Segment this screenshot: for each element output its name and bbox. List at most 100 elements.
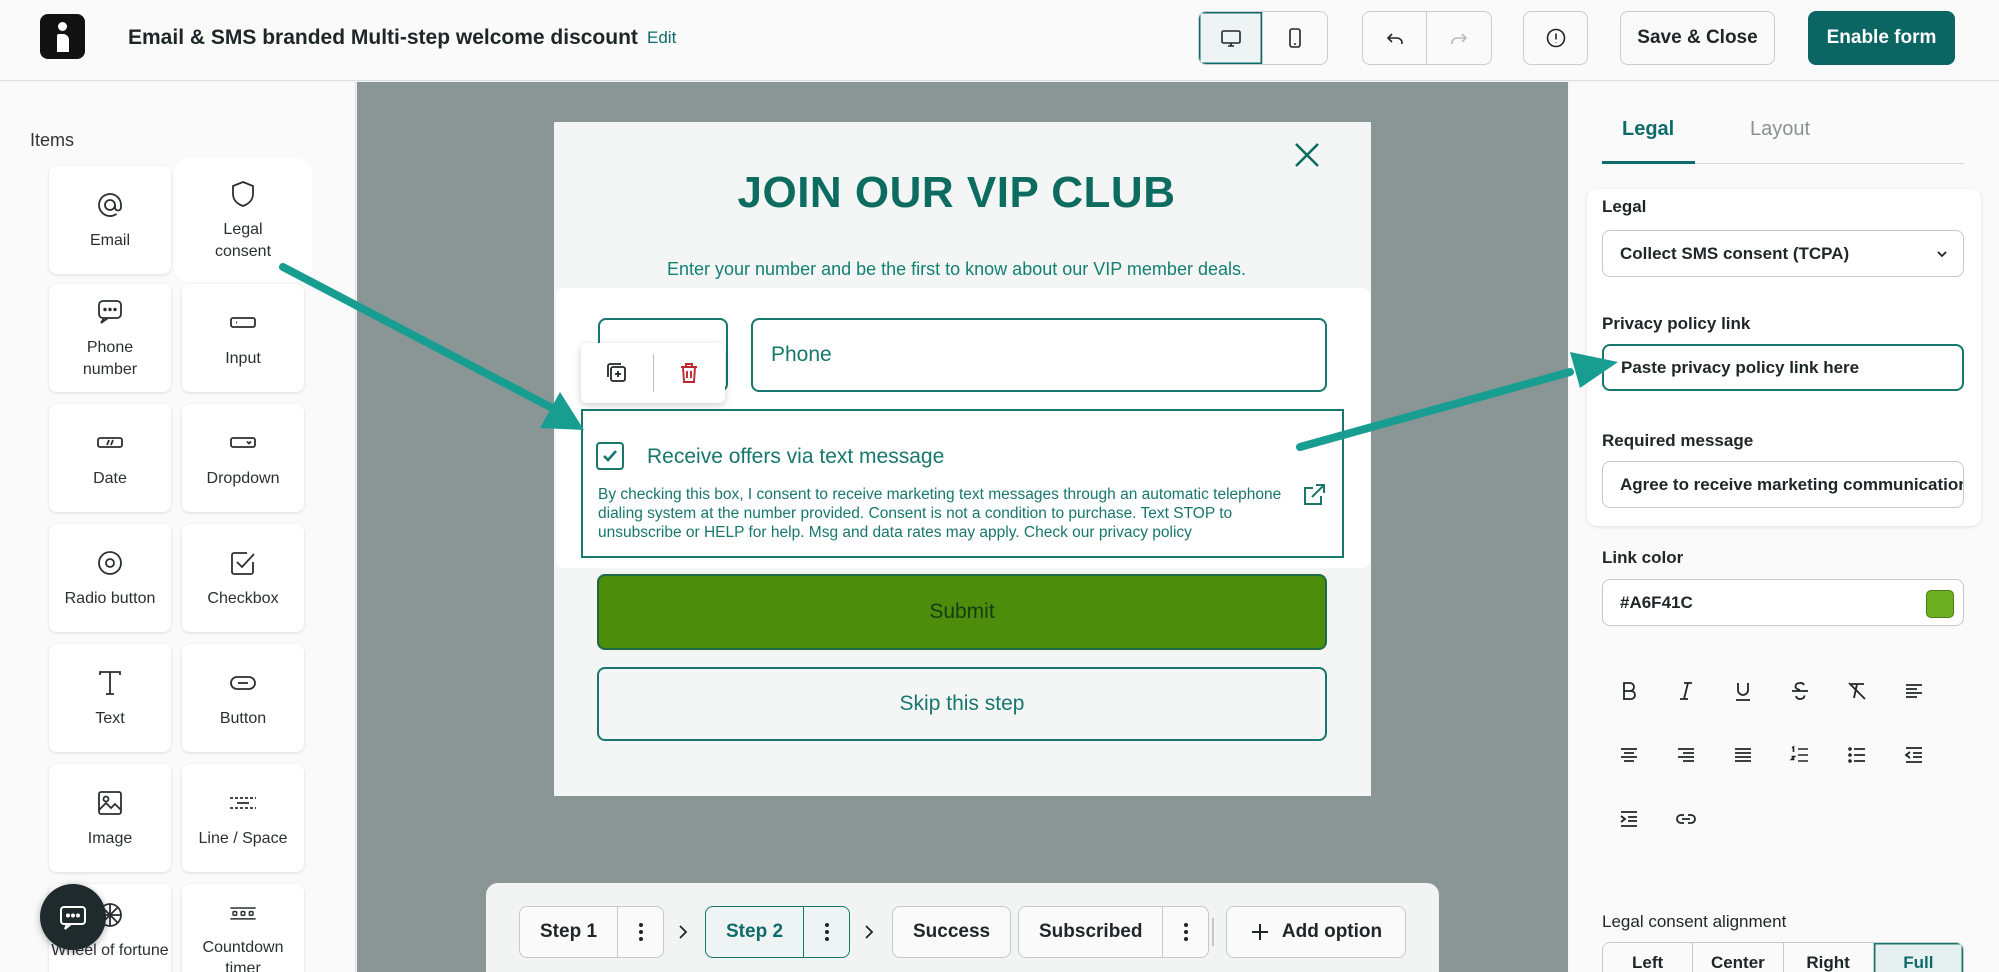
form-title: Email & SMS branded Multi-step welcome d… [128,26,638,49]
privacy-link-input[interactable]: Paste privacy policy link here [1602,344,1964,391]
close-icon[interactable] [1290,138,1324,172]
button-icon [230,676,256,691]
plus-icon [1251,924,1268,940]
step-2[interactable]: Step 2 [705,906,851,958]
alignment-label: Legal consent alignment [1602,912,1787,931]
consent-checkbox[interactable] [596,442,624,470]
items-title: Items [30,130,75,150]
item-date[interactable]: Date [49,404,171,512]
ordered-list-button[interactable] [1785,740,1815,770]
item-checkbox[interactable]: Checkbox [182,524,304,632]
tab-layout[interactable]: Layout [1750,118,1810,141]
dropdown-icon [230,437,256,449]
item-line-space[interactable]: Line / Space [182,764,304,872]
info-control [1523,11,1588,65]
item-input[interactable]: Input [182,284,304,392]
item-dropdown[interactable]: Dropdown [182,404,304,512]
legal-consent-block[interactable]: Receive offers via text message By check… [581,409,1344,558]
skip-step-button[interactable]: Skip this step [597,667,1327,741]
step-success[interactable]: Success [892,906,1012,958]
link-button[interactable] [1671,804,1701,834]
item-image[interactable]: Image [49,764,171,872]
info-button[interactable] [1524,12,1587,64]
alignment-right[interactable]: Right [1783,943,1874,972]
item-label: Phone number [82,339,138,378]
submit-button[interactable]: Submit [597,574,1327,650]
duplicate-button[interactable] [581,359,653,387]
clear-format-button[interactable] [1842,676,1872,706]
alignment-options: Left Center Right Full [1602,942,1964,972]
item-email[interactable]: Email [49,166,171,274]
phone-input[interactable]: Phone [751,318,1327,392]
delete-button[interactable] [654,359,726,387]
step-menu-button[interactable] [617,907,663,957]
bold-icon [1623,682,1636,700]
bullet-list-button[interactable] [1842,740,1872,770]
line-space-icon [230,797,256,810]
redo-icon [1451,33,1468,44]
chevron-right-icon [865,925,874,939]
align-center-button[interactable] [1614,740,1644,770]
undo-icon [1386,33,1403,44]
add-option-button[interactable]: Add option [1226,906,1406,958]
external-link-icon[interactable] [1300,481,1328,509]
settings-panel: Legal Layout Legal Collect SMS consent (… [1569,82,1999,972]
item-label: Countdown timer [202,938,284,972]
underline-button[interactable] [1728,676,1758,706]
alignment-left[interactable]: Left [1603,943,1694,972]
item-label: Text [95,710,125,728]
app-logo[interactable] [40,14,85,59]
strikethrough-button[interactable] [1785,676,1815,706]
item-button[interactable]: Button [182,644,304,752]
align-right-button[interactable] [1671,740,1701,770]
redo-button[interactable] [1427,12,1491,64]
bullet-list-icon [1848,747,1865,763]
settings-tabs: Legal Layout [1602,118,1964,164]
legal-type-value: Collect SMS consent (TCPA) [1620,243,1850,263]
step-subscribed[interactable]: Subscribed [1018,906,1210,958]
mobile-view-button[interactable] [1263,12,1327,64]
legal-type-select[interactable]: Collect SMS consent (TCPA) [1602,230,1964,277]
color-swatch[interactable] [1926,590,1954,618]
align-center-icon [1621,748,1637,762]
indent-button[interactable] [1614,804,1644,834]
align-left-icon [1906,684,1922,698]
item-radio-button[interactable]: Radio button [49,524,171,632]
popup-subtitle[interactable]: Enter your number and be the first to kn… [554,259,1359,280]
item-label: Date [93,470,127,488]
align-right-icon [1678,748,1694,762]
step-menu-button[interactable] [1162,907,1208,957]
italic-button[interactable] [1671,676,1701,706]
enable-form-button[interactable]: Enable form [1808,11,1955,65]
desktop-view-button[interactable] [1199,12,1263,64]
step-menu-button[interactable] [803,907,849,957]
item-phone-number[interactable]: Phone number [49,284,171,392]
item-label: Image [87,830,133,848]
step-label: Step 1 [540,921,598,942]
justify-button[interactable] [1728,740,1758,770]
item-legal-consent[interactable]: Legal consent [182,166,304,274]
image-icon [98,791,122,816]
item-text[interactable]: Text [49,644,171,752]
item-label: Checkbox [207,590,279,608]
save-close-button[interactable]: Save & Close [1620,11,1775,65]
edit-title-link[interactable]: Edit [647,28,676,48]
alignment-center[interactable]: Center [1693,943,1784,972]
undo-button[interactable] [1363,12,1427,64]
align-left-button[interactable] [1899,676,1929,706]
item-label: Legal consent [214,221,272,260]
bold-button[interactable] [1614,676,1644,706]
step-1[interactable]: Step 1 [519,906,665,958]
device-toggle [1198,11,1328,65]
link-color-value: #A6F41C [1620,592,1693,612]
chat-support-button[interactable] [40,884,106,950]
required-message-input[interactable]: Agree to receive marketing communication… [1602,461,1964,508]
alignment-full[interactable]: Full [1873,943,1963,972]
item-countdown-timer[interactable]: Countdown timer [182,884,304,972]
indent-icon [1620,811,1637,827]
link-color-input[interactable]: #A6F41C [1602,579,1964,626]
top-bar: Email & SMS branded Multi-step welcome d… [0,0,1999,81]
popup-title[interactable]: JOIN OUR VIP CLUB [554,168,1359,218]
outdent-button[interactable] [1899,740,1929,770]
tab-legal[interactable]: Legal [1602,118,1695,164]
